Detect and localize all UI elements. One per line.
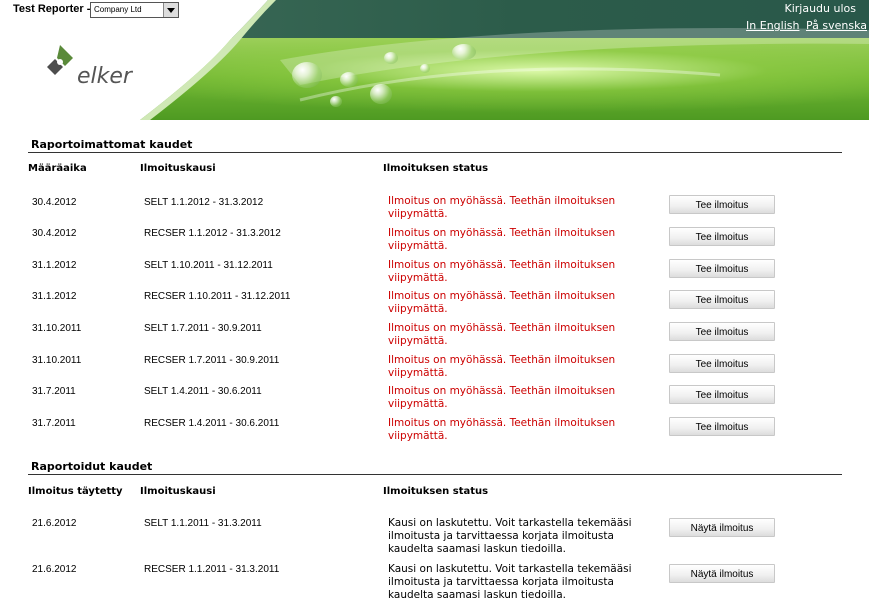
- deadline-cell: 30.4.2012: [32, 228, 77, 239]
- water-drop: [370, 84, 392, 104]
- make-report-button[interactable]: Tee ilmoitus: [669, 227, 775, 246]
- water-drop: [452, 44, 476, 60]
- chevron-down-icon[interactable]: [163, 3, 178, 17]
- col-filled: Ilmoitus täytetty: [28, 486, 123, 497]
- make-report-button[interactable]: Tee ilmoitus: [669, 290, 775, 309]
- col-status: Ilmoituksen status: [383, 486, 489, 497]
- show-report-button[interactable]: Näytä ilmoitus: [669, 564, 775, 583]
- deadline-cell: 31.7.2011: [32, 386, 76, 397]
- make-report-button[interactable]: Tee ilmoitus: [669, 385, 775, 404]
- lang-swedish-link[interactable]: På svenska: [806, 19, 867, 32]
- reported-title: Raportoidut kaudet: [31, 460, 153, 473]
- elker-logo-icon: [47, 45, 73, 75]
- company-select[interactable]: Company Ltd: [90, 2, 179, 18]
- status-cell: Kausi on laskutettu. Voit tarkastella te…: [388, 563, 632, 601]
- water-drop: [384, 52, 398, 64]
- company-select-value: Company Ltd: [94, 5, 142, 14]
- lang-english-link[interactable]: In English: [746, 19, 799, 32]
- status-cell: Ilmoitus on myöhässä. Teethän ilmoitukse…: [388, 385, 616, 410]
- status-cell: Ilmoitus on myöhässä. Teethän ilmoitukse…: [388, 259, 616, 284]
- status-cell: Ilmoitus on myöhässä. Teethän ilmoitukse…: [388, 290, 616, 315]
- period-cell: SELT 1.4.2011 - 30.6.2011: [144, 386, 262, 397]
- period-cell: RECSER 1.10.2011 - 31.12.2011: [144, 291, 291, 302]
- make-report-button[interactable]: Tee ilmoitus: [669, 354, 775, 373]
- water-drop: [340, 72, 358, 87]
- white-swoosh: [0, 0, 869, 120]
- make-report-button[interactable]: Tee ilmoitus: [669, 417, 775, 436]
- water-drop: [420, 64, 430, 73]
- make-report-button[interactable]: Tee ilmoitus: [669, 322, 775, 341]
- deadline-cell: 30.4.2012: [32, 197, 77, 208]
- period-cell: RECSER 1.1.2011 - 31.3.2011: [144, 564, 280, 575]
- period-cell: RECSER 1.4.2011 - 30.6.2011: [144, 418, 280, 429]
- deadline-cell: 31.1.2012: [32, 291, 77, 302]
- logout-link[interactable]: Kirjaudu ulos: [785, 2, 857, 15]
- period-cell: SELT 1.1.2012 - 31.3.2012: [144, 197, 264, 208]
- divider: [28, 152, 842, 153]
- col-status: Ilmoituksen status: [383, 163, 489, 174]
- status-cell: Ilmoitus on myöhässä. Teethän ilmoitukse…: [388, 354, 616, 379]
- make-report-button[interactable]: Tee ilmoitus: [669, 195, 775, 214]
- deadline-cell: 31.10.2011: [32, 323, 82, 334]
- unreported-title: Raportoimattomat kaudet: [31, 138, 193, 151]
- filled-cell: 21.6.2012: [32, 518, 77, 529]
- deadline-cell: 31.7.2011: [32, 418, 76, 429]
- status-cell: Ilmoitus on myöhässä. Teethän ilmoitukse…: [388, 195, 616, 220]
- deadline-cell: 31.10.2011: [32, 355, 82, 366]
- status-cell: Ilmoitus on myöhässä. Teethän ilmoitukse…: [388, 417, 616, 442]
- header-banner: Test Reporter - Company Ltd Kirjaudu ulo…: [0, 0, 869, 120]
- period-cell: RECSER 1.7.2011 - 30.9.2011: [144, 355, 280, 366]
- period-cell: SELT 1.10.2011 - 31.12.2011: [144, 260, 273, 271]
- status-cell: Kausi on laskutettu. Voit tarkastella te…: [388, 517, 632, 555]
- filled-cell: 21.6.2012: [32, 564, 77, 575]
- col-period: Ilmoituskausi: [140, 163, 216, 174]
- logo-text: elker: [77, 64, 132, 89]
- deadline-cell: 31.1.2012: [32, 260, 77, 271]
- show-report-button[interactable]: Näytä ilmoitus: [669, 518, 775, 537]
- col-period: Ilmoituskausi: [140, 486, 216, 497]
- period-cell: SELT 1.7.2011 - 30.9.2011: [144, 323, 262, 334]
- status-cell: Ilmoitus on myöhässä. Teethän ilmoitukse…: [388, 322, 616, 347]
- col-deadline: Määräaika: [28, 163, 87, 174]
- status-cell: Ilmoitus on myöhässä. Teethän ilmoitukse…: [388, 227, 616, 252]
- divider: [28, 474, 842, 475]
- period-cell: RECSER 1.1.2012 - 31.3.2012: [144, 228, 281, 239]
- water-drop: [330, 96, 342, 107]
- reporter-label: Test Reporter -: [13, 3, 91, 15]
- language-links: In English På svenska: [743, 19, 867, 32]
- water-drop: [292, 62, 322, 88]
- period-cell: SELT 1.1.2011 - 31.3.2011: [144, 518, 262, 529]
- make-report-button[interactable]: Tee ilmoitus: [669, 259, 775, 278]
